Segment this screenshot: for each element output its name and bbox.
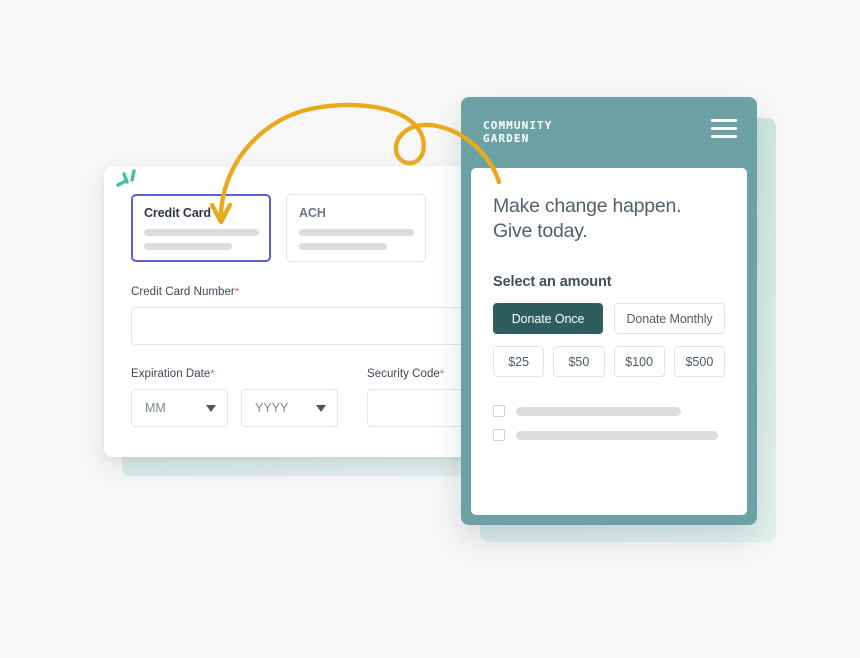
expiration-month-select[interactable]: MM [131, 389, 228, 427]
chevron-down-icon [206, 404, 216, 412]
credit-card-number-input[interactable] [131, 307, 476, 345]
expiration-year-value: YYYY [255, 401, 289, 415]
brand-logo: COMMUNITY GARDEN [483, 119, 553, 145]
amount-button-50[interactable]: $50 [553, 346, 605, 377]
label-text: Expiration Date [131, 368, 211, 380]
brand-line-2: GARDEN [483, 132, 530, 145]
amount-button-500[interactable]: $500 [673, 346, 725, 377]
label-text: Security Code [367, 368, 440, 380]
payment-tab-credit-card[interactable]: Credit Card [131, 194, 271, 262]
placeholder-bar [144, 229, 260, 236]
donation-frequency-group: Donate Once Donate Monthly [493, 303, 725, 334]
expiration-month-value: MM [145, 401, 166, 415]
placeholder-bar [144, 243, 232, 250]
placeholder-bar [299, 229, 415, 236]
expiration-date-field-block: Expiration Date* MM YYYY [131, 368, 338, 427]
credit-card-number-label: Credit Card Number* [131, 286, 476, 298]
hamburger-bar [711, 135, 737, 138]
required-asterisk: * [234, 286, 240, 298]
checkbox-unchecked-icon[interactable] [493, 429, 505, 441]
headline-line-1: Make change happen. [493, 195, 682, 217]
payment-form-card: Credit Card ACH Credit Card Number* Expi… [104, 166, 503, 457]
amount-button-25[interactable]: $25 [493, 346, 545, 377]
checkbox-unchecked-icon[interactable] [493, 405, 505, 417]
donation-option-checkboxes [493, 405, 725, 441]
label-text: Credit Card Number [131, 286, 235, 298]
hamburger-bar [711, 119, 737, 122]
brand-line-1: COMMUNITY [483, 119, 553, 132]
placeholder-bar [516, 406, 681, 416]
required-asterisk: * [210, 368, 215, 380]
donate-once-button[interactable]: Donate Once [493, 303, 604, 334]
placeholder-bar [299, 243, 387, 250]
screenshot-stage: Credit Card ACH Credit Card Number* Expi… [0, 0, 860, 658]
payment-tab-ach[interactable]: ACH [286, 194, 426, 262]
checkbox-row[interactable] [493, 429, 725, 441]
donation-panel: COMMUNITY GARDEN Make change happen. Giv… [461, 97, 757, 525]
payment-tab-ach-label: ACH [299, 206, 326, 220]
placeholder-bar [516, 430, 718, 440]
chevron-down-icon [316, 404, 326, 412]
headline-line-2: Give today. [493, 220, 588, 242]
select-amount-heading: Select an amount [493, 274, 612, 290]
expiration-selects: MM YYYY [131, 389, 338, 427]
donate-monthly-button[interactable]: Donate Monthly [614, 303, 725, 334]
checkbox-row[interactable] [493, 405, 725, 417]
hamburger-menu-icon[interactable] [711, 119, 737, 138]
expiration-date-label: Expiration Date* [131, 368, 338, 380]
donation-headline: Make change happen. Give today. [493, 194, 725, 244]
hamburger-bar [711, 127, 737, 130]
donation-amount-group: $25 $50 $100 $500 [493, 346, 725, 377]
amount-button-100[interactable]: $100 [613, 346, 665, 377]
payment-tab-credit-card-label: Credit Card [144, 206, 211, 220]
credit-card-number-field-block: Credit Card Number* [131, 286, 476, 345]
expiration-year-select[interactable]: YYYY [241, 389, 338, 427]
donation-content-card: Make change happen. Give today. Select a… [471, 168, 747, 515]
payment-method-tabs: Credit Card ACH [131, 194, 426, 262]
required-asterisk: * [439, 368, 445, 380]
